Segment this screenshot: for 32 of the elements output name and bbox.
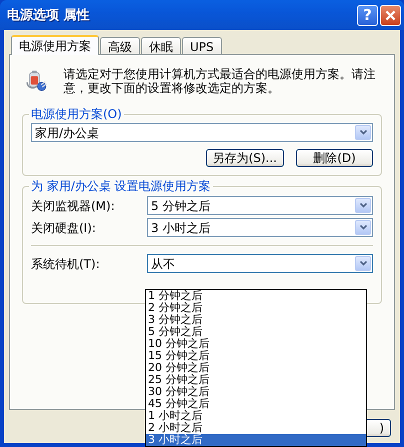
setting-label: 系统待机(T):: [31, 256, 101, 270]
setting-dropdown[interactable]: 从不: [147, 254, 373, 273]
tab[interactable]: UPS: [182, 37, 222, 54]
setting-dropdown[interactable]: 3 小时之后: [147, 218, 373, 237]
plan-button[interactable]: 另存为(S)...: [206, 149, 284, 167]
setting-dropdown[interactable]: 5 分钟之后: [147, 196, 373, 215]
dropdown-option[interactable]: 3 分钟之后: [146, 314, 366, 326]
plan-button[interactable]: 删除(D): [296, 149, 373, 167]
dropdown-option[interactable]: 2 小时之后: [146, 422, 366, 434]
tab[interactable]: 电源使用方案: [11, 35, 99, 55]
plan-dropdown[interactable]: 家用/办公桌: [31, 123, 373, 142]
dropdown-option[interactable]: 25 分钟之后: [146, 374, 366, 386]
dropdown-option[interactable]: 1 小时之后: [146, 410, 366, 422]
dropdown-option[interactable]: 2 分钟之后: [146, 302, 366, 314]
group-caption: 为 家用/办公桌 设置电源使用方案: [29, 179, 213, 193]
help-button[interactable]: ?: [357, 4, 378, 26]
intro-text: 请选定对于您使用计算机方式最适合的电源使用方案。请注意，更改下面的设置将修改选定的方案。: [64, 67, 377, 95]
dropdown-option[interactable]: 10 分钟之后: [146, 338, 366, 350]
dropdown-option[interactable]: 1 分钟之后: [146, 290, 366, 302]
tab[interactable]: 休眠: [141, 37, 181, 54]
group-caption: 电源使用方案(O): [29, 107, 124, 121]
dropdown-option[interactable]: 30 分钟之后: [146, 386, 366, 398]
tab[interactable]: 高级: [100, 37, 140, 54]
close-button[interactable]: [380, 4, 401, 26]
setting-label: 关闭硬盘(I):: [31, 220, 97, 234]
dropdown-option[interactable]: 20 分钟之后: [146, 362, 366, 374]
dropdown-option[interactable]: 15 分钟之后: [146, 350, 366, 362]
setting-label: 关闭监视器(M):: [31, 198, 116, 212]
dropdown-option[interactable]: 45 分钟之后: [146, 398, 366, 410]
dropdown-option[interactable]: 3 小时之后: [146, 434, 366, 446]
dropdown-option[interactable]: 5 分钟之后: [146, 326, 366, 338]
window-title: 电源选项 属性: [7, 7, 91, 24]
